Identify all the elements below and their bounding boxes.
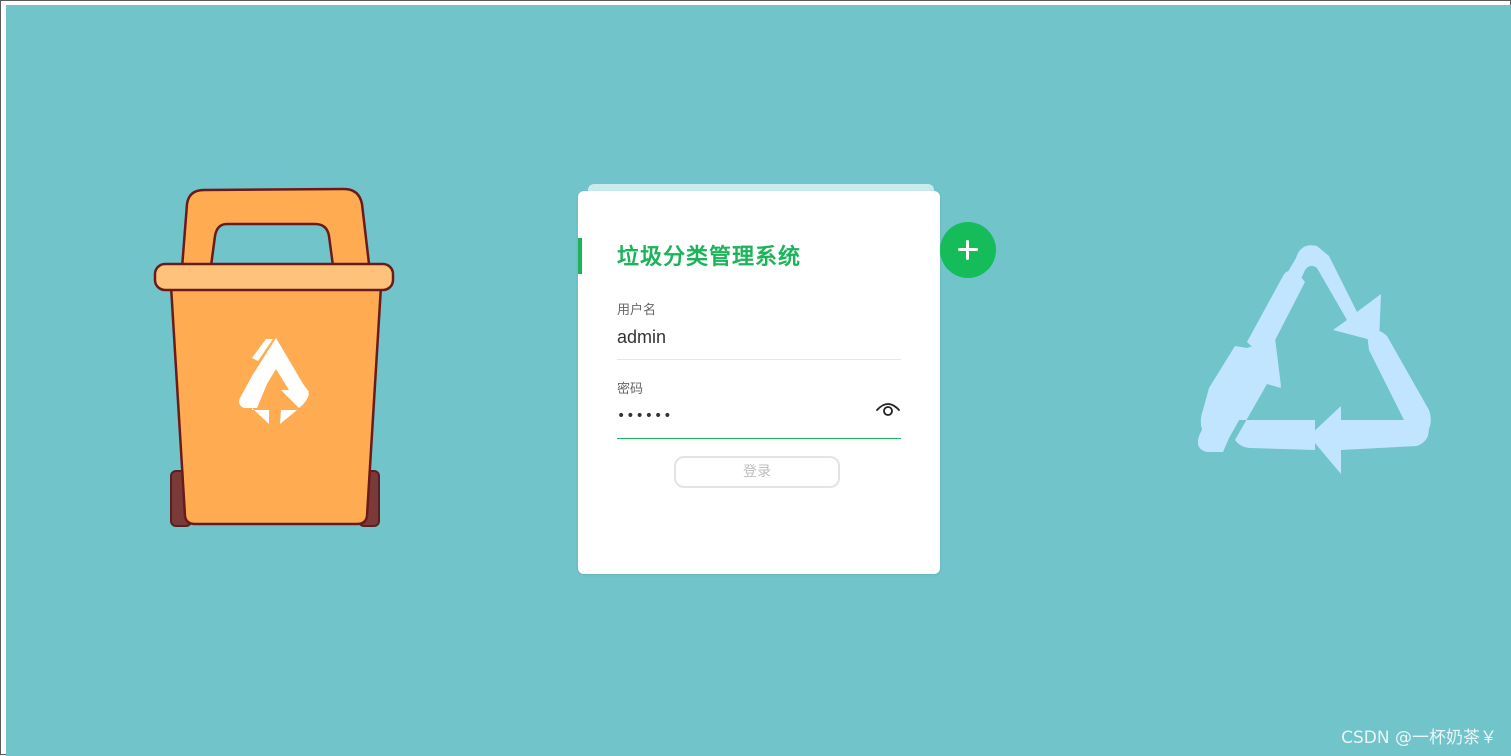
recycle-icon (1197, 245, 1431, 474)
login-page: 垃圾分类管理系统 用户名 admin 密码 •••••• 登录 CSDN @一杯… (6, 5, 1511, 756)
login-button[interactable]: 登录 (674, 456, 840, 488)
password-input[interactable]: •••••• (617, 404, 901, 428)
eye-icon[interactable] (875, 400, 901, 418)
login-card: 垃圾分类管理系统 用户名 admin 密码 •••••• 登录 (578, 191, 940, 574)
username-label: 用户名 (617, 303, 657, 318)
title-accent-bar (578, 238, 582, 274)
password-underline (617, 438, 901, 439)
page-title: 垃圾分类管理系统 (617, 245, 802, 270)
watermark: CSDN @一杯奶茶￥ (1341, 728, 1497, 748)
plus-icon-vertical (966, 240, 969, 260)
trash-bin-icon (153, 187, 395, 527)
username-underline (617, 359, 901, 360)
password-label: 密码 (617, 382, 644, 397)
browser-frame: 垃圾分类管理系统 用户名 admin 密码 •••••• 登录 CSDN @一杯… (0, 0, 1511, 756)
username-field[interactable]: 用户名 admin (617, 299, 901, 360)
register-toggle-button[interactable] (940, 222, 996, 278)
username-input[interactable]: admin (617, 325, 901, 349)
password-field[interactable]: 密码 •••••• (617, 378, 901, 439)
